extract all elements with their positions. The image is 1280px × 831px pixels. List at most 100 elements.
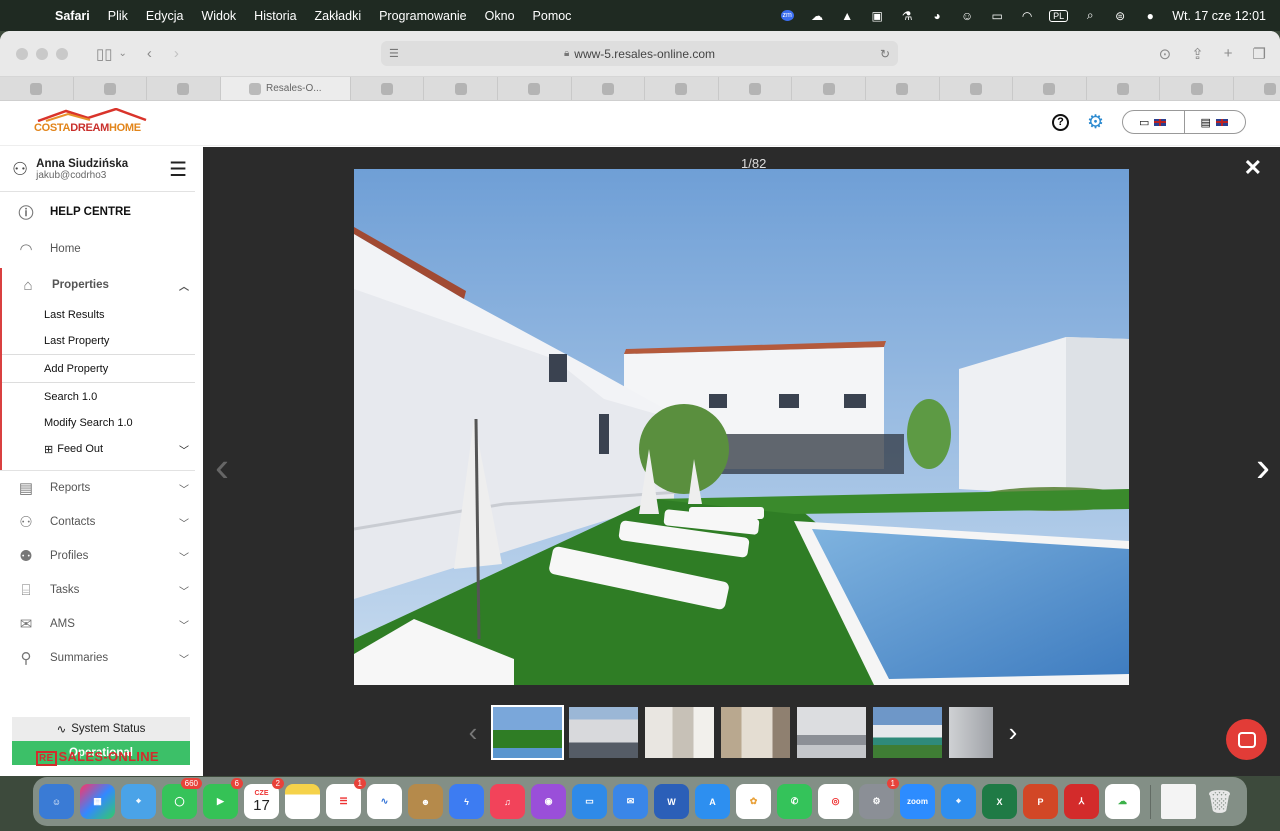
close-icon[interactable]: ✕ [1244,155,1262,181]
nav-last-results[interactable]: Last Results [2,302,203,328]
costa-dream-home-logo[interactable]: COSTADREAMHOME [34,108,154,138]
hamburger-menu-icon[interactable]: ☰ [169,157,187,182]
browser-tab-active[interactable]: Resales-O... [220,77,351,100]
nav-search[interactable]: Search 1.0 [2,382,195,410]
browser-tab[interactable] [351,77,425,100]
menu-view[interactable]: Widok [192,9,245,23]
browser-tab[interactable] [866,77,940,100]
minimize-window-button[interactable] [36,47,48,60]
page-menu-icon[interactable]: ☰ [389,47,399,60]
menu-bookmarks[interactable]: Zakładki [306,9,371,23]
browser-tab[interactable] [792,77,866,100]
zoom-window-button[interactable] [56,47,68,60]
nav-ams[interactable]: ✉ AMS ﹀ [0,607,203,641]
contacts-app-icon[interactable]: ☻ [408,784,443,819]
thumbnail[interactable] [645,707,714,758]
browser-tab[interactable] [498,77,572,100]
wifi-icon[interactable]: ◠ [1019,9,1035,23]
nav-last-property[interactable]: Last Property [2,328,203,354]
forward-button[interactable]: › [174,45,179,62]
thumbnail[interactable] [949,707,993,758]
menu-app-name[interactable]: Safari [46,9,99,23]
spotlight-search-icon[interactable]: ⌕ [1082,8,1098,23]
whatsapp-icon[interactable]: ✆ [777,784,812,819]
cloud-sync-icon[interactable]: ☁ [1105,784,1140,819]
warning-icon[interactable]: ▲ [839,9,855,23]
nav-profiles[interactable]: ⚉ Profiles ﹀ [0,539,203,573]
face-icon[interactable]: ☺ [959,9,975,23]
thumbnail-active[interactable] [491,705,564,760]
thumbnail[interactable] [797,707,866,758]
zoom-status-icon[interactable]: zm [779,9,795,23]
zoom-app-icon[interactable]: zoom [900,784,935,819]
content-language-button[interactable]: ▤ [1183,111,1246,133]
browser-tab[interactable] [940,77,1014,100]
excel-icon[interactable]: X [982,784,1017,819]
keynote-icon[interactable]: ▭ [572,784,607,819]
safari-icon[interactable]: ⌖ [941,784,976,819]
browser-tab[interactable] [572,77,646,100]
finder-icon[interactable]: ☺ [39,784,74,819]
menu-edit[interactable]: Edycja [137,9,193,23]
interface-language-button[interactable]: ▭ [1123,111,1184,133]
chrome-icon[interactable]: ◎ [818,784,853,819]
thumbnails-next-arrow[interactable]: › [1000,717,1026,748]
nav-add-property[interactable]: Add Property [2,354,195,382]
thumbnail[interactable] [873,707,942,758]
calendar-icon[interactable]: CZE 17 2 [244,778,284,819]
share-icon[interactable]: ⇪ [1191,45,1204,63]
close-window-button[interactable] [16,47,28,60]
browser-tab[interactable] [1087,77,1161,100]
thumbnails-previous-arrow[interactable]: ‹ [460,717,486,748]
launchpad-icon[interactable]: ▦ [80,784,115,819]
downloads-icon[interactable]: ⊙ [1159,45,1172,63]
app-store-icon[interactable]: A [695,784,730,819]
chat-support-button[interactable] [1226,719,1267,760]
nav-home[interactable]: ◠ Home [0,232,203,266]
trash-icon[interactable]: 🗑︎ [1202,784,1237,819]
menu-history[interactable]: Historia [245,9,305,23]
facetime-icon[interactable]: ▶ 6 [203,778,243,819]
vpn-icon[interactable]: ◕ [929,9,945,23]
nav-properties[interactable]: ⌂ Properties ︿ [2,268,203,302]
powerpoint-icon[interactable]: P [1023,784,1058,819]
browser-tab[interactable] [0,77,74,100]
siri-icon[interactable]: ● [1142,9,1158,23]
new-tab-icon[interactable]: + [1224,45,1233,63]
thumbnail[interactable] [721,707,790,758]
nav-tasks[interactable]: ⌸ Tasks ﹀ [0,573,203,607]
gear-icon[interactable]: ⚙ [1087,111,1104,134]
flask-icon[interactable]: ⚗ [899,9,915,23]
nav-modify-search[interactable]: Modify Search 1.0 [2,410,203,436]
nav-reports[interactable]: ▤ Reports ﹀ [0,471,203,505]
next-photo-arrow[interactable]: › [1256,443,1270,491]
menu-clock[interactable]: Wt. 17 cze 12:01 [1172,9,1266,23]
music-icon[interactable]: ♫ [490,784,525,819]
reload-icon[interactable]: ↻ [880,47,890,61]
system-settings-icon[interactable]: ⚙ 1 [859,778,899,819]
messenger-icon[interactable]: ϟ [449,784,484,819]
menu-file[interactable]: Plik [99,9,137,23]
maps-icon[interactable]: ⌖ [121,784,156,819]
cloud-icon[interactable]: ☁ [809,9,825,23]
nav-summaries[interactable]: ⚲ Summaries ﹀ [0,641,203,675]
battery-icon[interactable]: ▭ [989,9,1005,23]
help-icon[interactable]: ? [1051,113,1069,131]
mail-icon[interactable]: ✉ [613,784,648,819]
freeform-icon[interactable]: ∿ [367,784,402,819]
thumbnail[interactable] [569,707,638,758]
menu-window[interactable]: Okno [476,9,524,23]
browser-tab[interactable] [1013,77,1087,100]
browser-tab[interactable] [645,77,719,100]
chevron-down-icon[interactable]: ⌄ [119,48,127,59]
photos-icon[interactable]: ✿ [736,784,771,819]
address-bar[interactable]: ☰ 🔒︎ www-5.resales-online.com ↻ [381,41,898,66]
input-source-indicator[interactable]: PL [1049,9,1069,22]
podcasts-icon[interactable]: ◉ [531,784,566,819]
tab-overview-icon[interactable]: ❐ [1253,45,1266,63]
reminders-icon[interactable]: ☰ 1 [326,778,366,819]
messages-icon[interactable]: ◯ 660 [162,778,202,819]
app-status-icon[interactable]: ▣ [869,9,885,23]
browser-tab[interactable] [719,77,793,100]
control-center-icon[interactable]: ⊜ [1112,9,1128,23]
